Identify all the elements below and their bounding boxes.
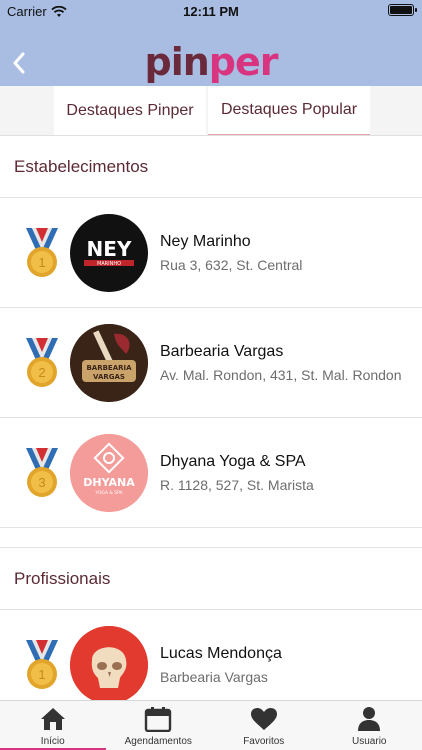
avatar: NEY MARINHO — [70, 213, 148, 292]
avatar — [70, 625, 148, 702]
nav-label: Favoritos — [243, 736, 285, 747]
list-item[interactable]: 3 DHYANA YOGA & SPA Dhyana Yoga & SPA R.… — [0, 418, 422, 528]
medal-icon: 3 — [26, 447, 58, 497]
medal-icon: 2 — [26, 337, 58, 387]
home-icon — [40, 708, 65, 730]
nav-inicio[interactable]: Início — [0, 701, 106, 750]
item-address: Av. Mal. Rondon, 431, St. Mal. Rondon — [160, 366, 402, 383]
item-name: Lucas Mendonça — [160, 644, 282, 662]
item-info: Ney Marinho Rua 3, 632, St. Central — [160, 233, 302, 273]
calendar-icon — [145, 707, 172, 732]
pinper-logo: pinper — [0, 40, 422, 84]
item-name: Ney Marinho — [160, 232, 251, 250]
medal-rank: 1 — [38, 667, 45, 682]
item-workplace: Barbearia Vargas — [160, 668, 268, 685]
section-gap — [0, 528, 422, 548]
item-info: Lucas Mendonça Barbearia Vargas — [160, 645, 282, 685]
bottom-nav: Início Agendamentos Favoritos Usuario — [0, 700, 422, 750]
nav-label: Agendamentos — [124, 736, 192, 747]
barbearia-logo-image: BARBEARIA VARGAS — [70, 323, 148, 402]
nav-label: Início — [40, 736, 65, 747]
list-item[interactable]: 1 Lucas Mendonça Barbearia Vargas — [0, 610, 422, 702]
svg-text:NEY: NEY — [87, 237, 132, 261]
user-icon — [358, 707, 381, 731]
item-name: Dhyana Yoga & SPA — [160, 452, 306, 470]
nav-usuario[interactable]: Usuario — [317, 701, 422, 750]
nav-favoritos[interactable]: Favoritos — [211, 701, 317, 750]
svg-text:YOGA & SPA: YOGA & SPA — [94, 490, 123, 496]
highlight-tabs: Destaques Pinper Destaques Popular — [0, 86, 422, 136]
item-address: R. 1128, 527, St. Marista — [160, 476, 314, 493]
svg-text:BARBEARIA: BARBEARIA — [86, 364, 132, 372]
svg-text:DHYANA: DHYANA — [83, 476, 135, 489]
svg-text:VARGAS: VARGAS — [93, 373, 125, 381]
medal-icon: 1 — [26, 227, 58, 277]
item-info: Barbearia Vargas Av. Mal. Rondon, 431, S… — [160, 343, 402, 383]
status-bar: Carrier 12:11 PM — [0, 0, 422, 22]
skull-avatar-image — [70, 625, 148, 702]
status-time: 12:11 PM — [183, 4, 239, 19]
app-header: Carrier 12:11 PM pinper — [0, 0, 422, 86]
heart-icon — [250, 708, 277, 730]
section-title-establishments: Estabelecimentos — [0, 136, 422, 198]
avatar: BARBEARIA VARGAS — [70, 323, 148, 402]
item-name: Barbearia Vargas — [160, 342, 284, 360]
medal-rank: 3 — [38, 475, 45, 490]
ney-logo-image: NEY MARINHO — [84, 237, 134, 267]
logo-part-1: pin — [144, 40, 210, 84]
ranking-list: Estabelecimentos 1 NEY MARINHO Ney Marin… — [0, 136, 422, 702]
dhyana-logo-image: DHYANA YOGA & SPA — [70, 433, 148, 512]
item-address: Rua 3, 632, St. Central — [160, 256, 303, 273]
medal-rank: 2 — [38, 365, 45, 380]
nav-agendamentos[interactable]: Agendamentos — [106, 701, 212, 750]
medal-rank: 1 — [38, 255, 45, 270]
list-item[interactable]: 1 NEY MARINHO Ney Marinho Rua 3, 632, St… — [0, 198, 422, 308]
tab-destaques-pinper[interactable]: Destaques Pinper — [54, 86, 206, 135]
battery-icon — [388, 4, 417, 16]
list-item[interactable]: 2 BARBEARIA VARGAS Barbearia Vargas Av. … — [0, 308, 422, 418]
logo-part-2: per — [208, 40, 279, 84]
avatar: DHYANA YOGA & SPA — [70, 433, 148, 512]
tab-destaques-popular[interactable]: Destaques Popular — [208, 86, 370, 135]
item-info: Dhyana Yoga & SPA R. 1128, 527, St. Mari… — [160, 453, 314, 493]
nav-label: Usuario — [352, 736, 387, 747]
medal-icon: 1 — [26, 639, 58, 689]
section-title-professionals: Profissionais — [0, 548, 422, 610]
svg-text:MARINHO: MARINHO — [97, 261, 121, 267]
